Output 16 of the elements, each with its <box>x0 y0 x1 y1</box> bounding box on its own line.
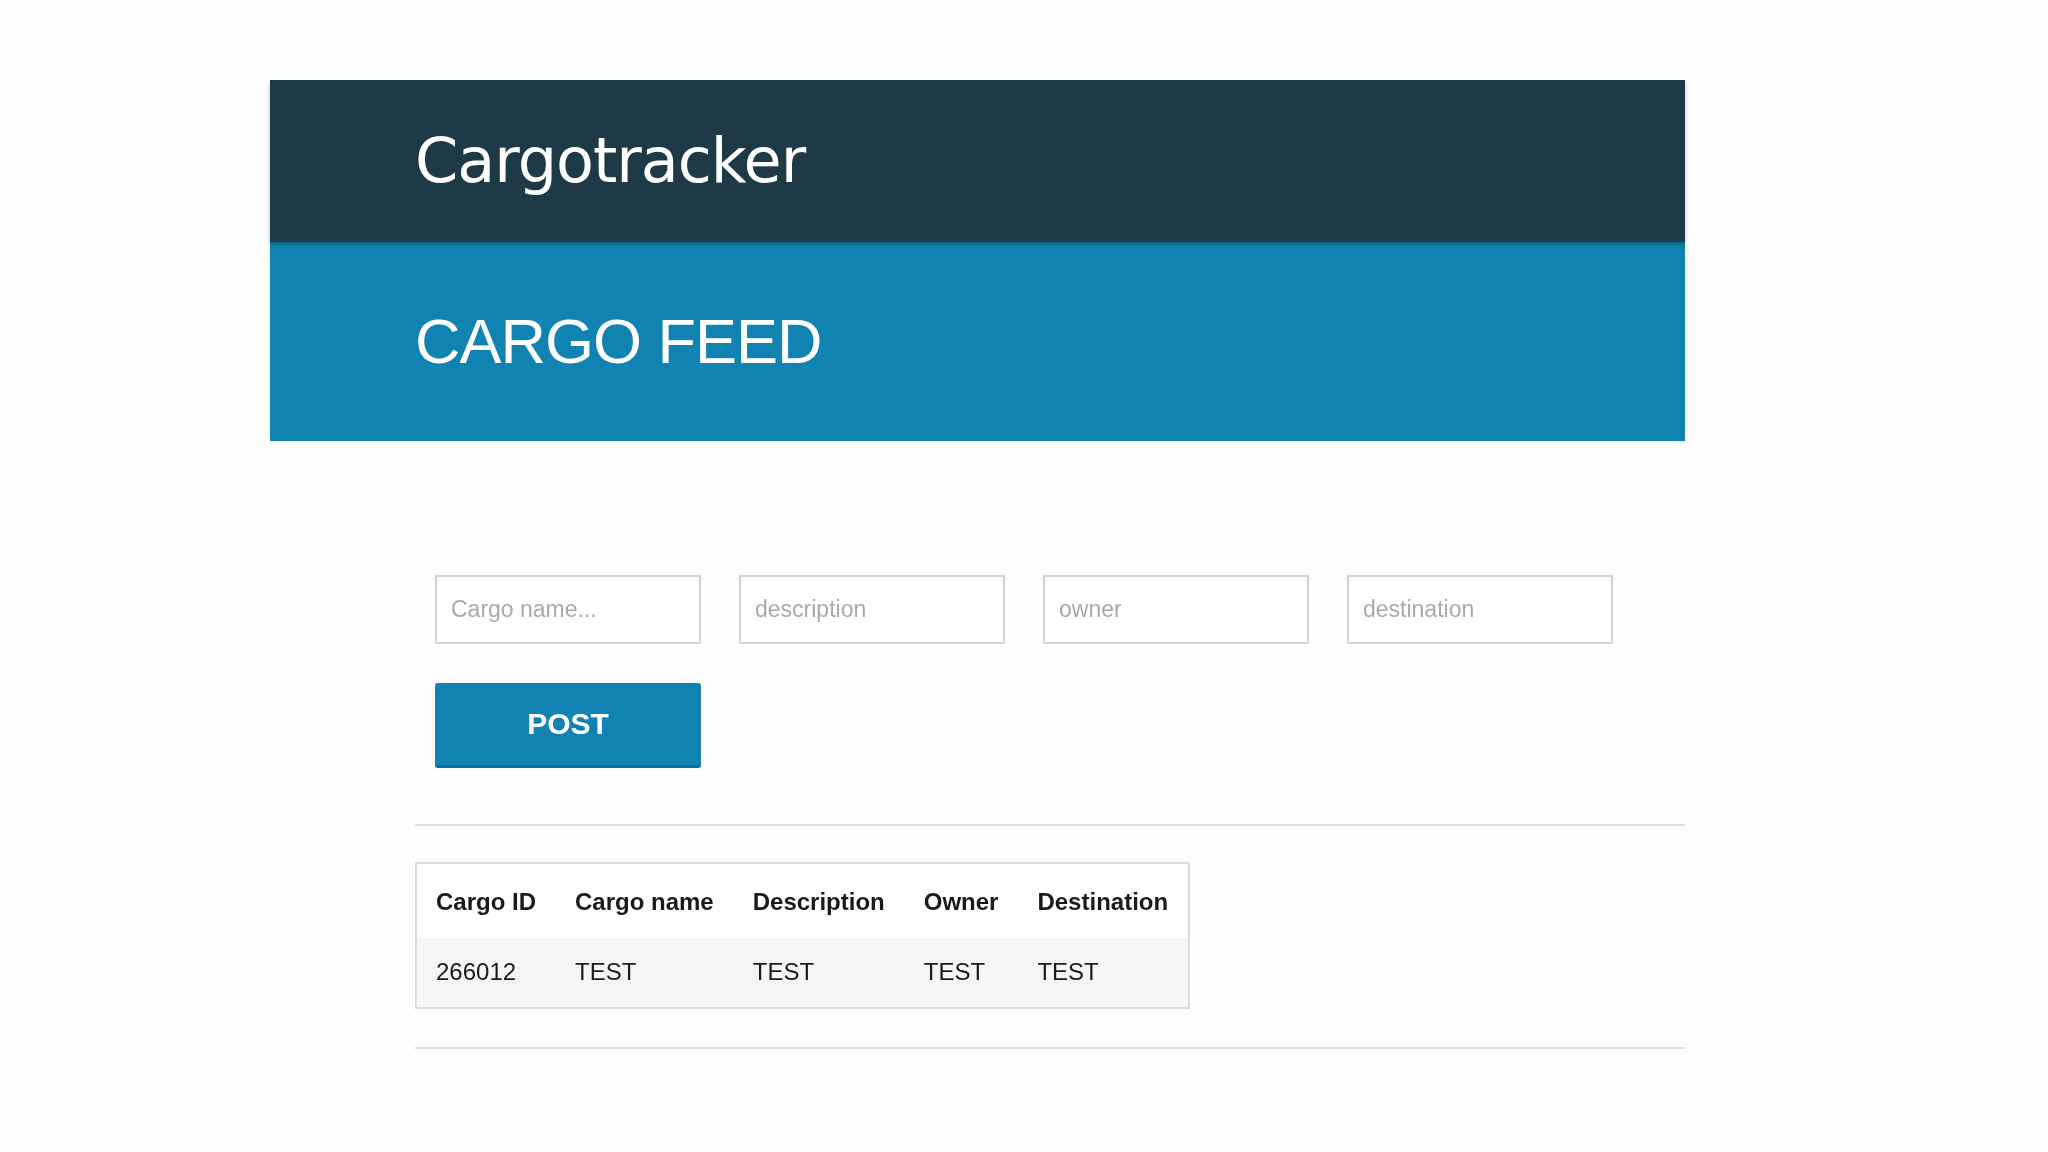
text-input[interactable]: owner <box>1043 575 1309 644</box>
column-header: Destination <box>1018 863 1190 938</box>
table-cell: TEST <box>556 938 734 1008</box>
page-heading: CARGO FEED <box>415 310 822 373</box>
column-header: Owner <box>904 863 1019 938</box>
column-header: Cargo ID <box>416 863 556 938</box>
column-header: Description <box>733 863 905 938</box>
text-input[interactable]: Cargo name... <box>435 575 701 644</box>
column-header: Cargo name <box>556 863 734 938</box>
text-input[interactable]: destination <box>1347 575 1613 644</box>
table-cell: 266012 <box>416 938 556 1008</box>
table-cell: TEST <box>904 938 1019 1008</box>
post-button[interactable]: POST <box>435 683 701 768</box>
text-input[interactable]: description <box>739 575 1005 644</box>
table-cell: TEST <box>733 938 905 1008</box>
table-cell: TEST <box>1018 938 1190 1008</box>
